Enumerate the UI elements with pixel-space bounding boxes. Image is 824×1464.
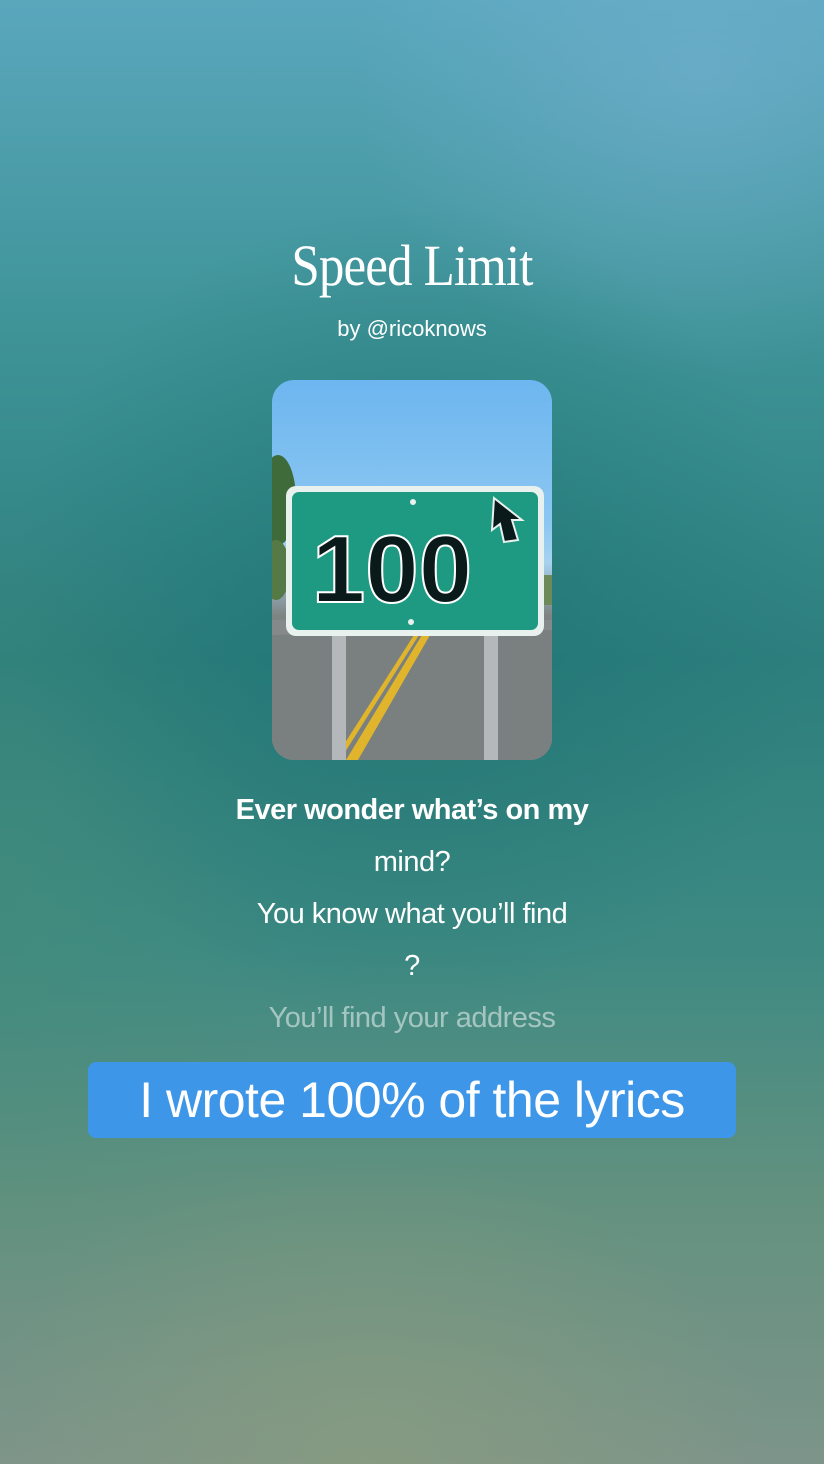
song-byline[interactable]: by @ricoknows: [0, 316, 824, 342]
song-title: Speed Limit: [291, 233, 533, 298]
caption-text: I wrote 100% of the lyrics: [139, 1072, 685, 1128]
sign-number: 100: [312, 516, 472, 623]
sign-post: [332, 620, 346, 760]
sign-post: [484, 620, 498, 760]
caption-banner: I wrote 100% of the lyrics: [88, 1062, 736, 1138]
speed-sign: 100: [286, 486, 544, 636]
lyric-line-faded[interactable]: You’ll find your address: [0, 1002, 824, 1035]
lyric-line[interactable]: mind?: [0, 846, 824, 879]
song-artwork: 100: [272, 380, 552, 760]
lyric-line-current[interactable]: Ever wonder what’s on my: [0, 794, 824, 827]
lyric-line[interactable]: You know what you’ll find: [0, 898, 824, 931]
lyric-line[interactable]: ?: [0, 950, 824, 983]
